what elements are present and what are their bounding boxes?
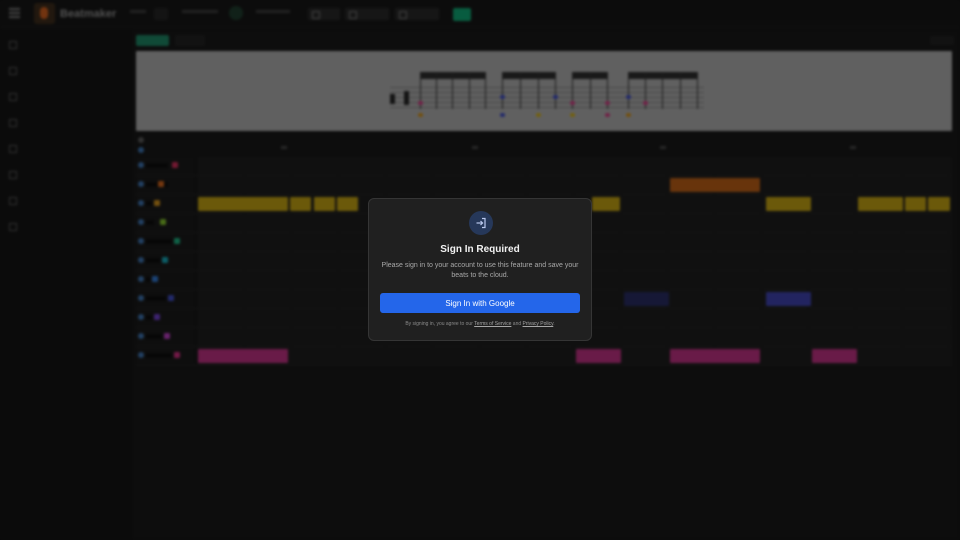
- dialog-title: Sign In Required: [440, 244, 520, 255]
- legal-suffix: .: [553, 321, 555, 327]
- privacy-policy-link[interactable]: Privacy Policy: [523, 321, 554, 327]
- legal-prefix: By signing in, you agree to our: [405, 321, 473, 327]
- legal-and: and: [512, 321, 522, 327]
- sign-in-icon: [469, 211, 493, 235]
- sign-in-with-google-button[interactable]: Sign In with Google: [380, 293, 580, 313]
- legal-notice: By signing in, you agree to our Terms of…: [369, 321, 591, 327]
- sign-in-dialog: Sign In Required Please sign in to your …: [368, 198, 592, 341]
- dialog-message: Please sign in to your account to use th…: [381, 262, 579, 279]
- terms-of-service-link[interactable]: Terms of Service: [474, 321, 511, 327]
